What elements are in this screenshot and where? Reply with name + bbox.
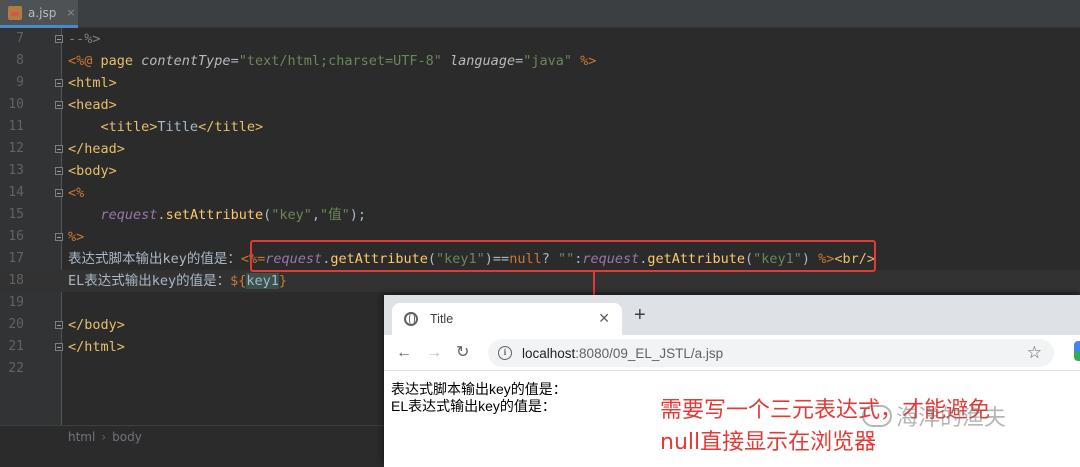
line-number: 19: [8, 295, 24, 310]
code-text: </html>: [68, 339, 125, 355]
code-text: <body>: [68, 163, 117, 179]
close-icon[interactable]: ✕: [598, 310, 610, 327]
line-number: 13: [8, 163, 24, 178]
fold-toggle-icon[interactable]: [55, 145, 63, 153]
bookmark-star-icon[interactable]: ☆: [1027, 343, 1042, 363]
line-number: 16: [8, 229, 24, 244]
editor-tab-label: a.jsp: [28, 5, 57, 20]
line-number: 7: [16, 31, 24, 46]
fold-toggle-icon[interactable]: [55, 189, 63, 197]
line-number: 20: [8, 317, 24, 332]
code-text: <%: [68, 185, 85, 201]
browser-tab-title: Title: [430, 312, 454, 326]
code-text: </body>: [68, 317, 125, 333]
code-line-18[interactable]: 18 EL表达式输出key的值是：${key1}: [0, 270, 1080, 292]
code-line-11[interactable]: 11 <title>Title</title>: [0, 116, 1080, 138]
code-line-12[interactable]: 12 </head>: [0, 138, 1080, 160]
watermark: 海洋的渔夫: [862, 400, 1006, 432]
reload-button[interactable]: ↻: [456, 343, 469, 363]
code-text: <head>: [68, 97, 117, 113]
jsp-file-icon: [8, 5, 22, 20]
back-button[interactable]: ←: [396, 343, 412, 363]
line-number: 15: [8, 207, 24, 222]
code-line-13[interactable]: 13 <body>: [0, 160, 1080, 182]
watermark-text: 海洋的渔夫: [896, 406, 1007, 431]
line-number: 22: [8, 361, 24, 376]
new-tab-button[interactable]: +: [634, 305, 646, 325]
fold-toggle-icon[interactable]: [55, 233, 63, 241]
fold-toggle-icon[interactable]: [55, 343, 63, 351]
code-text: EL表达式输出key的值是：${key1}: [68, 273, 288, 289]
code-text: <title>Title</title>: [100, 119, 264, 135]
line-number: 8: [16, 53, 24, 68]
fold-toggle-icon[interactable]: [55, 79, 63, 87]
line-number: 12: [8, 141, 24, 156]
editor-tab-bar: a.jsp ×: [0, 0, 1080, 28]
fold-toggle-icon[interactable]: [55, 167, 63, 175]
fold-toggle-icon[interactable]: [55, 321, 63, 329]
forward-button[interactable]: →: [426, 343, 442, 363]
extension-icon[interactable]: [1074, 341, 1080, 361]
breadcrumb-item-html[interactable]: html: [68, 430, 95, 444]
line-number: 18: [8, 273, 24, 288]
url-text: localhost:8080/09_EL_JSTL/a.jsp: [522, 345, 724, 361]
code-line-10[interactable]: 10 <head>: [0, 94, 1080, 116]
code-line-9[interactable]: 9 <html>: [0, 72, 1080, 94]
line-number: 21: [8, 339, 24, 354]
code-line-8[interactable]: 8 <%@ page contentType="text/html;charset…: [0, 50, 1080, 72]
code-text: %>: [68, 229, 85, 245]
fold-toggle-icon[interactable]: [55, 35, 63, 43]
globe-icon: [404, 312, 418, 326]
line-number: 14: [8, 185, 24, 200]
code-text: </head>: [68, 141, 125, 157]
browser-tab[interactable]: Title ✕: [392, 303, 622, 335]
line-number: 11: [8, 119, 24, 134]
code-text: request.setAttribute("key","值");: [100, 207, 367, 223]
info-icon[interactable]: i: [498, 346, 512, 360]
line-number: 10: [8, 97, 24, 112]
browser-toolbar: ← → ↻ i localhost:8080/09_EL_JSTL/a.jsp …: [384, 335, 1080, 371]
code-text: <html>: [68, 75, 117, 91]
code-line-15[interactable]: 15 request.setAttribute("key","值");: [0, 204, 1080, 226]
code-line-7[interactable]: 7 --%>: [0, 28, 1080, 50]
fold-toggle-icon[interactable]: [55, 101, 63, 109]
line-number: 9: [16, 75, 24, 90]
breadcrumb-item-body[interactable]: body: [112, 430, 142, 444]
close-icon[interactable]: ×: [66, 6, 75, 19]
code-text: --%>: [68, 31, 101, 47]
wechat-icon: [862, 405, 892, 427]
line-number: 17: [8, 251, 24, 266]
address-bar[interactable]: i localhost:8080/09_EL_JSTL/a.jsp ☆: [488, 339, 1054, 367]
editor-tab-a-jsp[interactable]: a.jsp ×: [0, 0, 78, 28]
code-text: <%@ page contentType="text/html;charset=…: [68, 53, 597, 69]
browser-tab-strip: Title ✕ +: [384, 295, 1080, 335]
highlight-box: [250, 240, 876, 272]
code-line-14[interactable]: 14 <%: [0, 182, 1080, 204]
